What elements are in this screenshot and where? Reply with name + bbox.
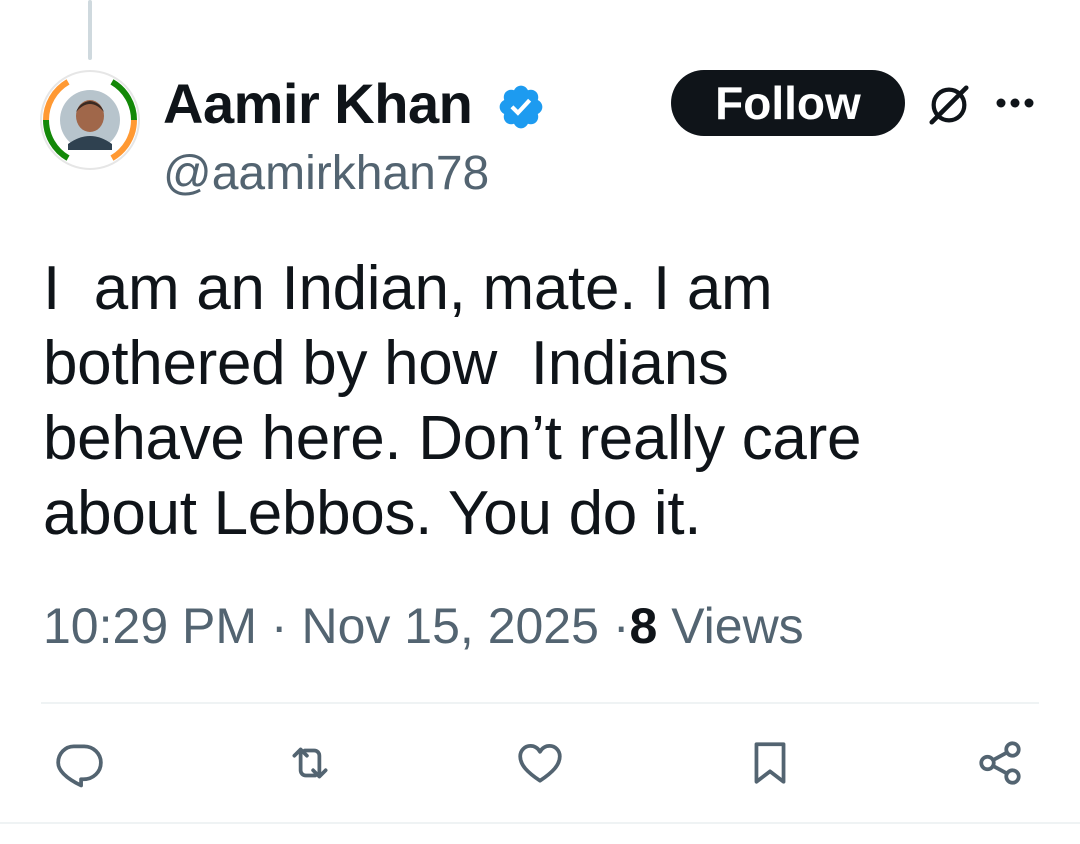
views-count: 8 xyxy=(629,598,658,654)
author-handle[interactable]: @aamirkhan78 xyxy=(163,144,489,204)
retweet-icon[interactable] xyxy=(285,738,335,788)
avatar[interactable] xyxy=(40,70,140,170)
tweet-time[interactable]: 10:29 PM xyxy=(43,598,257,654)
more-icon[interactable] xyxy=(994,96,1036,110)
thread-connector-line xyxy=(88,0,92,60)
tweet-metadata: 10:29 PM · Nov 15, 2025 ·8 Views xyxy=(43,595,804,657)
reply-icon[interactable] xyxy=(54,738,104,788)
divider xyxy=(41,702,1039,704)
tweet-text: I am an Indian, mate. I am bothered by h… xyxy=(43,254,862,548)
bookmark-icon[interactable] xyxy=(745,738,795,788)
share-icon[interactable] xyxy=(975,738,1025,788)
meta-separator: · xyxy=(612,598,630,654)
grok-icon[interactable] xyxy=(926,82,972,128)
bottom-divider xyxy=(0,822,1080,824)
views-label: Views xyxy=(671,598,804,654)
meta-separator: · xyxy=(270,598,288,654)
author-display-name[interactable]: Aamir Khan xyxy=(163,72,473,136)
verified-badge-icon xyxy=(499,85,543,129)
follow-button[interactable]: Follow xyxy=(671,70,905,136)
like-icon[interactable] xyxy=(515,738,565,788)
tweet-date[interactable]: Nov 15, 2025 xyxy=(301,598,598,654)
